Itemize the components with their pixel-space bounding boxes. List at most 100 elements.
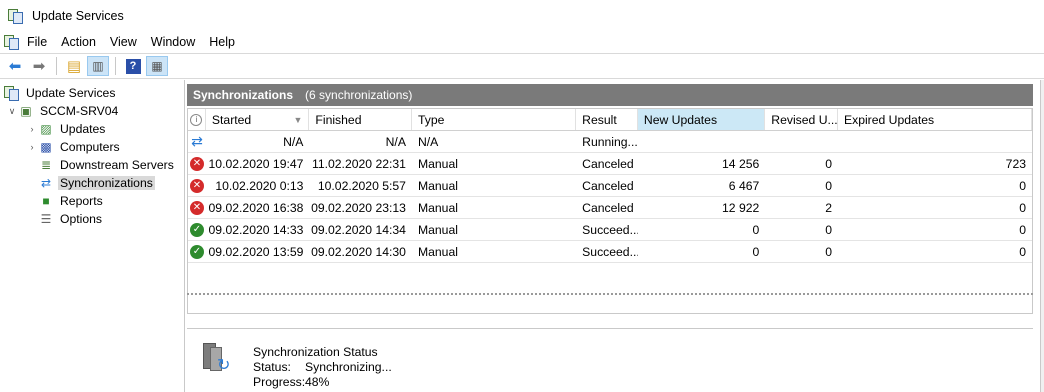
table-row[interactable]: ✓ 09.02.2020 13:59 09.02.2020 14:30 Manu… bbox=[188, 241, 1032, 263]
cell-started: 09.02.2020 14:33 bbox=[208, 222, 304, 237]
tree-root-update-services[interactable]: Update Services bbox=[0, 84, 184, 102]
cell-new-updates bbox=[638, 131, 765, 152]
options-icon: ☰ bbox=[40, 212, 52, 226]
forward-arrow-icon[interactable]: ➡ bbox=[28, 56, 50, 76]
column-header-started[interactable]: Started ▼ bbox=[206, 109, 310, 130]
folder-up-icon[interactable]: ▤ bbox=[63, 56, 85, 76]
sync-succeeded-icon: ✓ bbox=[188, 219, 206, 240]
tree-item-label: Synchronizations bbox=[58, 176, 155, 190]
tree-item-label: Reports bbox=[60, 194, 103, 208]
menu-bar: File Action View Window Help bbox=[0, 31, 1044, 53]
menu-file[interactable]: File bbox=[20, 35, 54, 49]
sync-failed-icon: ✕ bbox=[188, 175, 206, 196]
cell-revised-updates bbox=[765, 131, 838, 152]
column-header-label: Revised U... bbox=[771, 112, 838, 127]
tree-item-updates[interactable]: › ▨ Updates bbox=[0, 120, 184, 138]
reports-icon: ■ bbox=[42, 194, 50, 208]
computers-icon: ▩ bbox=[40, 140, 52, 154]
info-icon: i bbox=[190, 113, 203, 126]
cell-new-updates: 6 467 bbox=[728, 178, 760, 193]
show-hide-console-tree-icon[interactable]: ▥ bbox=[87, 56, 109, 76]
show-hide-action-pane-icon[interactable]: ▦ bbox=[146, 56, 168, 76]
cell-revised-updates: 0 bbox=[825, 222, 832, 237]
progress-line: Progress: 48% bbox=[253, 375, 392, 390]
tree-node-server[interactable]: ∨ ▣ SCCM-SRV04 bbox=[0, 102, 184, 120]
cell-result: Succeed... bbox=[582, 222, 638, 237]
cell-result: Canceled bbox=[582, 156, 634, 171]
console-tree: Update Services ∨ ▣ SCCM-SRV04 › ▨ Updat… bbox=[0, 80, 185, 392]
tree-item-synchronizations[interactable]: ⇄ Synchronizations bbox=[0, 174, 184, 192]
cell-revised-updates: 0 bbox=[825, 244, 832, 259]
toolbar-separator bbox=[115, 57, 116, 75]
cell-result: Succeed... bbox=[582, 244, 638, 259]
grid-header-row: i Started ▼ Finished Type Result New Upda… bbox=[188, 109, 1032, 131]
table-row[interactable]: ✕ 10.02.2020 0:13 10.02.2020 5:57 Manual… bbox=[188, 175, 1032, 197]
cell-revised-updates: 0 bbox=[825, 156, 832, 171]
menu-view[interactable]: View bbox=[103, 35, 144, 49]
detail-pane: ↻ Synchronization Status Status: Synchro… bbox=[187, 328, 1033, 392]
cell-type: Manual bbox=[417, 178, 458, 193]
cell-expired-updates: 0 bbox=[1019, 244, 1027, 259]
column-header-label: New Updates bbox=[643, 112, 718, 127]
pane-splitter[interactable] bbox=[187, 293, 1033, 296]
tree-item-label: Options bbox=[60, 212, 103, 226]
sync-succeeded-icon: ✓ bbox=[188, 241, 206, 262]
column-header-label: Started bbox=[211, 112, 252, 127]
column-header-finished[interactable]: Finished bbox=[309, 109, 412, 130]
back-arrow-icon[interactable]: ⬅ bbox=[4, 56, 26, 76]
menu-action[interactable]: Action bbox=[54, 35, 103, 49]
cell-revised-updates: 0 bbox=[825, 178, 832, 193]
tree-item-label: Computers bbox=[60, 140, 120, 154]
chevron-right-icon[interactable]: › bbox=[26, 142, 38, 152]
help-icon[interactable]: ? bbox=[122, 56, 144, 76]
table-row[interactable]: ⇄ N/A N/A N/A Running... bbox=[188, 131, 1032, 153]
tree-server-label: SCCM-SRV04 bbox=[40, 104, 119, 118]
column-header-result[interactable]: Result bbox=[576, 109, 638, 130]
synchronizations-panel: Synchronizations (6 synchronizations) i … bbox=[187, 84, 1033, 392]
toolbar: ⬅ ➡ ▤ ▥ ? ▦ bbox=[0, 53, 1044, 79]
cell-started: 10.02.2020 0:13 bbox=[215, 178, 304, 193]
tree-item-downstream-servers[interactable]: ≣ Downstream Servers bbox=[0, 156, 184, 174]
tree-item-options[interactable]: ☰ Options bbox=[0, 210, 184, 228]
sync-failed-icon: ✕ bbox=[188, 197, 206, 218]
table-row[interactable]: ✕ 09.02.2020 16:38 09.02.2020 23:13 Manu… bbox=[188, 197, 1032, 219]
column-header-revised-updates[interactable]: Revised U... bbox=[765, 109, 838, 130]
cell-finished: 10.02.2020 5:57 bbox=[317, 178, 406, 193]
cell-started: 10.02.2020 19:47 bbox=[208, 156, 304, 171]
server-icon: ▣ bbox=[20, 104, 32, 118]
chevron-down-icon[interactable]: ∨ bbox=[6, 106, 18, 117]
column-header-expired-updates[interactable]: Expired Updates bbox=[838, 109, 1032, 130]
synchronizations-grid: i Started ▼ Finished Type Result New Upda… bbox=[187, 108, 1033, 314]
panel-count: (6 synchronizations) bbox=[305, 88, 413, 102]
column-header-type[interactable]: Type bbox=[412, 109, 577, 130]
downstream-servers-icon: ≣ bbox=[40, 158, 52, 172]
cell-expired-updates: 0 bbox=[1019, 200, 1027, 215]
action-pane-edge bbox=[1040, 80, 1044, 392]
tree-root-label: Update Services bbox=[26, 86, 116, 100]
menu-window[interactable]: Window bbox=[144, 35, 202, 49]
tree-item-computers[interactable]: › ▩ Computers bbox=[0, 138, 184, 156]
synchronizations-icon: ⇄ bbox=[40, 176, 52, 190]
column-header-new-updates[interactable]: New Updates bbox=[637, 109, 766, 130]
cell-finished: 11.02.2020 22:31 bbox=[311, 156, 406, 171]
progress-label: Progress: bbox=[253, 375, 306, 389]
cell-result: Canceled bbox=[582, 178, 634, 193]
chevron-right-icon[interactable]: › bbox=[26, 124, 38, 134]
tree-item-reports[interactable]: ■ Reports bbox=[0, 192, 184, 210]
table-row[interactable]: ✓ 09.02.2020 14:33 09.02.2020 14:34 Manu… bbox=[188, 219, 1032, 241]
column-header-label: Result bbox=[582, 112, 617, 127]
update-services-icon bbox=[4, 85, 20, 101]
cell-finished: 09.02.2020 14:34 bbox=[311, 222, 406, 237]
status-label: Status: bbox=[253, 360, 291, 374]
column-header-label: Type bbox=[417, 112, 445, 127]
system-menu-icon[interactable] bbox=[4, 34, 20, 50]
sync-server-icon: ↻ bbox=[201, 343, 231, 374]
cell-result: Running... bbox=[582, 134, 638, 149]
info-column-header[interactable]: i bbox=[188, 109, 206, 130]
table-row[interactable]: ✕ 10.02.2020 19:47 11.02.2020 22:31 Manu… bbox=[188, 153, 1032, 175]
menu-help[interactable]: Help bbox=[202, 35, 242, 49]
cell-type: N/A bbox=[417, 134, 439, 149]
toolbar-separator bbox=[56, 57, 57, 75]
cell-new-updates: 12 922 bbox=[722, 200, 760, 215]
cell-expired-updates: 723 bbox=[1005, 156, 1027, 171]
